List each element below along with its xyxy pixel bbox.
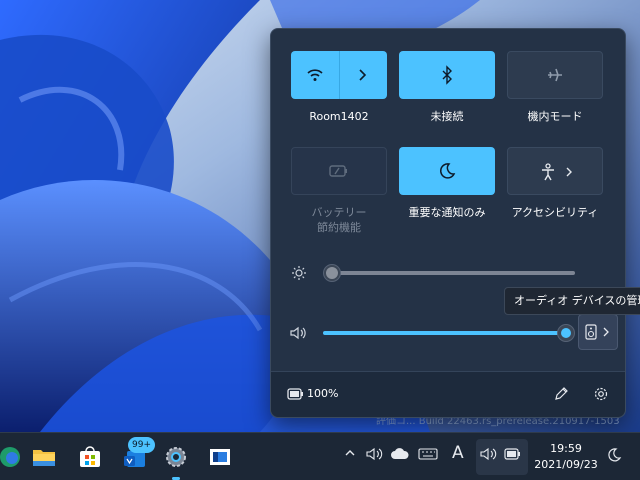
- pencil-icon[interactable]: [553, 386, 569, 402]
- gear-icon[interactable]: [593, 386, 609, 402]
- battery-saver-label: バッテリー 節約機能: [289, 205, 389, 235]
- accessibility-icon: [538, 162, 558, 182]
- chevron-right-icon[interactable]: [562, 162, 576, 182]
- airplane-mode-tile[interactable]: [507, 51, 603, 99]
- speaker-icon[interactable]: [366, 447, 384, 461]
- settings-app-icon[interactable]: [160, 441, 192, 473]
- store-icon[interactable]: [74, 441, 106, 473]
- wifi-icon: [305, 65, 325, 85]
- bluetooth-label: 未接続: [430, 110, 464, 123]
- airplane-icon: [545, 65, 565, 85]
- moon-icon: [437, 161, 457, 181]
- keyboard-icon[interactable]: [418, 447, 438, 461]
- focus-assist-tile[interactable]: [399, 147, 495, 195]
- battery-saver-icon: [328, 163, 350, 179]
- brightness-icon: [291, 265, 307, 281]
- wifi-tile[interactable]: [291, 51, 387, 99]
- brightness-slider-thumb[interactable]: [323, 264, 341, 282]
- cloud-icon[interactable]: [390, 447, 410, 461]
- tile-divider: [339, 51, 340, 99]
- taskbar: 99+ A 19:59 2021/09/23: [0, 432, 640, 480]
- brightness-slider-track[interactable]: [331, 271, 575, 275]
- accessibility-label: アクセシビリティ: [511, 206, 599, 219]
- volume-slider-thumb[interactable]: [557, 324, 575, 342]
- quick-settings-tray-button[interactable]: [476, 439, 528, 475]
- quick-settings-panel: Room1402 未接続 機内モード バッテリー 節約機能 重要な通知のみ アク…: [270, 28, 626, 418]
- battery-icon: [504, 447, 522, 461]
- battery-saver-tile[interactable]: [291, 147, 387, 195]
- file-explorer-icon[interactable]: [28, 441, 60, 473]
- chevron-right-icon[interactable]: [355, 65, 371, 85]
- ime-icon[interactable]: A: [452, 443, 464, 463]
- wifi-label: Room1402: [309, 110, 369, 123]
- battery-icon[interactable]: [287, 387, 305, 401]
- chevron-up-icon[interactable]: [344, 447, 356, 459]
- audio-device-button[interactable]: [578, 314, 618, 350]
- battery-percent: 100%: [307, 387, 339, 400]
- volume-slider-track[interactable]: [323, 331, 565, 335]
- chevron-right-icon: [601, 325, 611, 339]
- bluetooth-icon: [439, 65, 455, 85]
- battery-saver-label-line2: 節約機能: [317, 221, 361, 234]
- mail-badge: 99+: [128, 437, 155, 453]
- audio-device-tooltip: オーディオ デバイスの管理: [504, 287, 640, 315]
- bluetooth-tile[interactable]: [399, 51, 495, 99]
- edge-icon[interactable]: [0, 441, 26, 473]
- accessibility-tile[interactable]: [507, 147, 603, 195]
- focus-assist-label: 重要な通知のみ: [408, 206, 486, 219]
- audio-device-icon: [585, 324, 597, 340]
- battery-saver-label-line1: バッテリー: [311, 206, 367, 219]
- airplane-mode-label: 機内モード: [527, 110, 583, 123]
- clock-time: 19:59: [550, 442, 582, 455]
- speaker-icon: [480, 447, 498, 461]
- quick-settings-footer: 100%: [271, 371, 625, 417]
- moon-icon[interactable]: [606, 447, 622, 463]
- clock-date: 2021/09/23: [534, 458, 598, 471]
- app-window-icon[interactable]: [204, 441, 236, 473]
- taskbar-clock[interactable]: 19:59 2021/09/23: [530, 441, 602, 473]
- speaker-icon[interactable]: [289, 325, 309, 341]
